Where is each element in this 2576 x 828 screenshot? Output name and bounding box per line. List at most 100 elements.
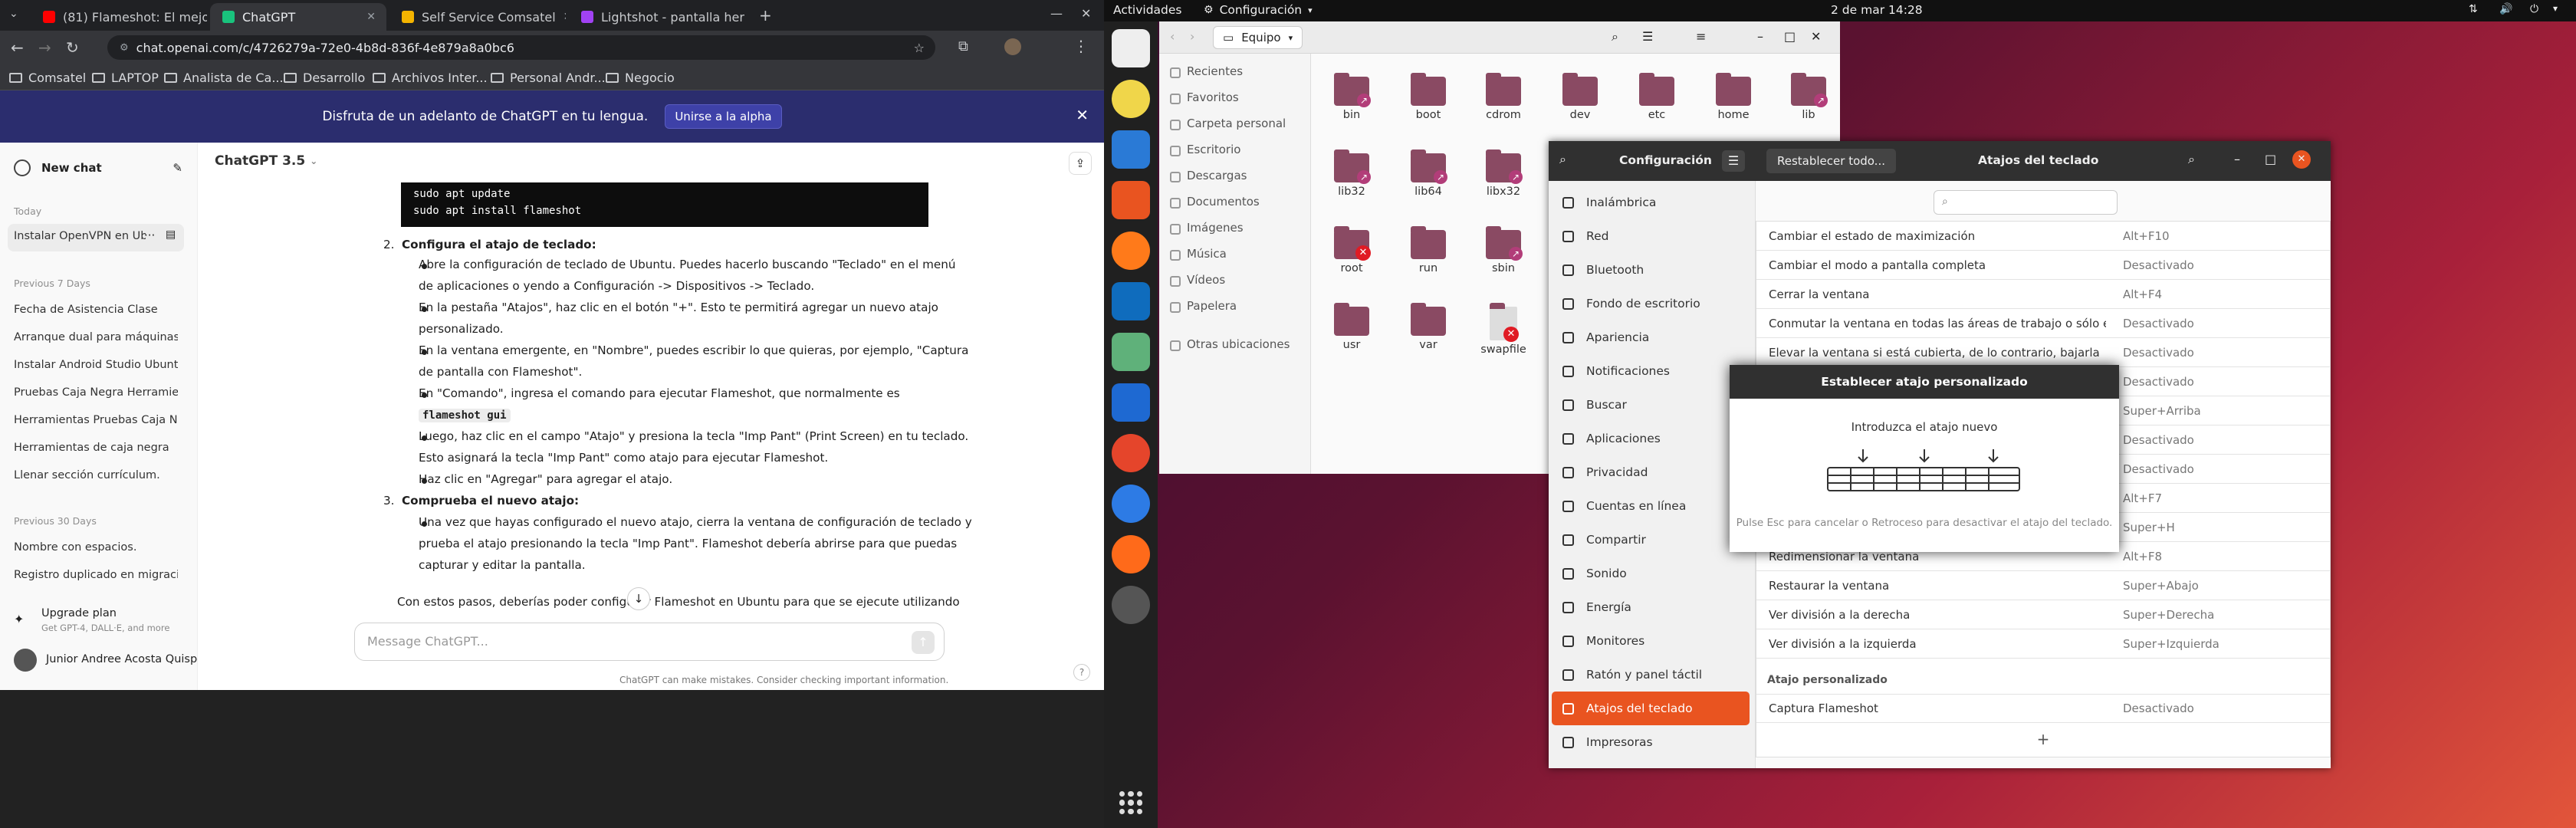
sidebar-place[interactable]: Música xyxy=(1187,247,1227,261)
rhythmbox-icon[interactable] xyxy=(1112,80,1150,118)
chat-item[interactable]: Herramientas de caja negra xyxy=(14,442,178,454)
site-info-icon[interactable]: ⚙ xyxy=(120,42,129,54)
file-item[interactable]: ↗ lib64 xyxy=(1401,150,1455,198)
close-banner-icon[interactable]: ✕ xyxy=(1076,106,1089,124)
help-icon[interactable]: ? xyxy=(1073,664,1090,681)
address-bar[interactable]: ⚙ chat.openai.com/c/4726279a-72e0-4b8d-8… xyxy=(107,35,935,60)
settings-nav-item[interactable]: Ratón y panel táctil xyxy=(1552,658,1750,692)
shortcut-row[interactable]: Ver división a la izquierda Super+Izquier… xyxy=(1756,629,2330,659)
close-icon[interactable]: ✕ xyxy=(1811,29,1821,44)
shortcut-row[interactable]: Ver división a la derecha Super+Derecha xyxy=(1756,600,2330,629)
file-item[interactable]: ↗ libx32 xyxy=(1477,150,1530,198)
join-alpha-button[interactable]: Unirse a la alpha xyxy=(665,104,782,129)
settings-nav-item[interactable]: Sonido xyxy=(1552,557,1750,590)
bookmark-negocio[interactable]: Negocio xyxy=(606,64,675,90)
menu-icon[interactable]: ≡ xyxy=(1696,29,1706,44)
settings-nav-item[interactable]: Monitores xyxy=(1552,624,1750,658)
maximize-icon[interactable]: □ xyxy=(2265,152,2276,166)
settings-nav-item[interactable]: Notificaciones xyxy=(1552,354,1750,388)
firefox-icon[interactable] xyxy=(1112,535,1150,573)
app-center-icon[interactable] xyxy=(1112,181,1150,219)
tab-chatgpt[interactable]: ChatGPT ✕ xyxy=(210,3,386,31)
file-item[interactable]: etc xyxy=(1630,73,1684,121)
add-shortcut-button[interactable]: + xyxy=(1756,724,2330,754)
tab-search-icon[interactable]: ⌄ xyxy=(9,8,25,23)
file-item[interactable]: home xyxy=(1707,73,1760,121)
sidebar-place[interactable]: Escritorio xyxy=(1187,143,1240,156)
close-tab-icon[interactable]: ✕ xyxy=(564,11,566,23)
volume-icon[interactable]: 🔊 xyxy=(2499,3,2512,15)
tool-icon[interactable] xyxy=(1112,333,1150,371)
new-tab-icon[interactable]: + xyxy=(759,6,772,25)
message-input[interactable]: Message ChatGPT... ↑ xyxy=(354,623,945,661)
bookmark-personal[interactable]: Personal Andr... xyxy=(491,64,606,90)
back-icon[interactable]: ‹ xyxy=(1170,29,1175,44)
close-window-icon[interactable]: ✕ xyxy=(1081,6,1091,21)
location-button[interactable]: ▭ Equipo ▾ xyxy=(1213,26,1303,49)
settings-nav-item[interactable]: Fondo de escritorio xyxy=(1552,287,1750,320)
bookmark-analista[interactable]: Analista de Ca... xyxy=(164,64,284,90)
sidebar-place[interactable]: Vídeos xyxy=(1187,273,1225,287)
bookmark-comsatel[interactable]: Comsatel xyxy=(9,64,86,90)
bookmark-laptop[interactable]: LAPTOP xyxy=(92,64,159,90)
bookmark-desarrollo[interactable]: Desarrollo xyxy=(284,64,365,90)
search-icon[interactable]: ⌕ xyxy=(2188,152,2195,167)
user-avatar[interactable] xyxy=(14,649,37,672)
send-icon[interactable]: ↑ xyxy=(912,631,935,654)
chat-item[interactable]: Arranque dual para máquinas. xyxy=(14,331,178,343)
postman-icon[interactable] xyxy=(1112,232,1150,270)
maximize-icon[interactable]: □ xyxy=(1784,29,1796,44)
search-icon[interactable]: ⌕ xyxy=(1612,29,1618,44)
tab-self-service[interactable]: Self Service Comsatel ✕ xyxy=(389,3,566,31)
user-name[interactable]: Junior Andree Acosta Quispe xyxy=(46,653,204,665)
file-item[interactable]: ✕ root xyxy=(1325,226,1378,274)
file-item[interactable]: cdrom xyxy=(1477,73,1530,121)
custom-shortcut-row[interactable]: Captura Flameshot Desactivado xyxy=(1756,694,2330,723)
close-tab-icon[interactable]: ✕ xyxy=(366,11,376,23)
shortcut-row[interactable]: Cerrar la ventana Alt+F4 xyxy=(1756,280,2330,309)
help-icon[interactable] xyxy=(1112,485,1150,523)
sidebar-place[interactable]: Documentos xyxy=(1187,195,1260,209)
forward-icon[interactable]: → xyxy=(38,38,51,57)
power-icon[interactable]: ⏻ xyxy=(2530,3,2538,15)
view-list-icon[interactable]: ☰ xyxy=(1642,29,1653,44)
file-item[interactable]: dev xyxy=(1553,73,1607,121)
file-item[interactable]: ↗ bin xyxy=(1325,73,1378,121)
minimize-icon[interactable]: – xyxy=(1757,29,1763,44)
file-item[interactable]: ↗ lib32 xyxy=(1325,150,1378,198)
bookmark-archivos[interactable]: Archivos Inter... xyxy=(373,64,488,90)
clock[interactable]: 2 de mar 14:28 xyxy=(1831,3,1923,17)
upgrade-plan-button[interactable]: Upgrade plan xyxy=(41,607,117,619)
shortcut-row[interactable]: Conmutar la ventana en todas las áreas d… xyxy=(1756,309,2330,338)
outlook-icon[interactable] xyxy=(1112,282,1150,320)
file-item[interactable]: ↗ lib xyxy=(1782,73,1835,121)
chat-item[interactable]: Pruebas Caja Negra Herramientas xyxy=(14,386,178,399)
settings-nav-item[interactable]: Red xyxy=(1552,219,1750,253)
settings-nav-item[interactable]: Apariencia xyxy=(1552,320,1750,354)
close-icon[interactable]: ✕ xyxy=(2292,150,2311,169)
files-icon[interactable] xyxy=(1112,29,1150,67)
settings-nav-item[interactable]: Impresoras xyxy=(1552,725,1750,759)
new-chat-button[interactable]: New chat ✎ xyxy=(14,159,182,176)
sidebar-place[interactable]: Favoritos xyxy=(1187,90,1239,104)
bookmark-star-icon[interactable]: ☆ xyxy=(914,41,925,55)
settings-nav-item[interactable]: Buscar xyxy=(1552,388,1750,422)
show-apps-icon[interactable] xyxy=(1119,791,1142,814)
chat-item[interactable]: Instalar Android Studio Ubuntu. xyxy=(14,359,178,371)
menu-icon[interactable]: ⋮ xyxy=(1073,37,1089,55)
file-item[interactable]: ↗ sbin xyxy=(1477,226,1530,274)
minimize-icon[interactable]: — xyxy=(1050,6,1063,21)
archive-icon[interactable]: ▤ xyxy=(166,228,176,241)
file-item[interactable]: var xyxy=(1401,303,1455,351)
sidebar-place[interactable]: Descargas xyxy=(1187,169,1247,182)
settings-nav-item[interactable]: Privacidad xyxy=(1552,455,1750,489)
app-menu[interactable]: ⚙ Configuración ▾ xyxy=(1204,3,1313,17)
scroll-down-icon[interactable]: ↓ xyxy=(627,587,650,610)
shortcut-search-input[interactable]: ⌕ xyxy=(1934,190,2118,215)
chat-item[interactable]: Llenar sección currículum. xyxy=(14,469,178,481)
more-icon[interactable]: ··· xyxy=(144,228,155,242)
shortcut-row[interactable]: Cambiar el estado de maximización Alt+F10 xyxy=(1756,222,2330,251)
shortcut-row[interactable]: Restaurar la ventana Super+Abajo xyxy=(1756,571,2330,600)
sidebar-place[interactable]: Carpeta personal xyxy=(1187,117,1286,130)
settings-nav-item[interactable]: Energía xyxy=(1552,590,1750,624)
